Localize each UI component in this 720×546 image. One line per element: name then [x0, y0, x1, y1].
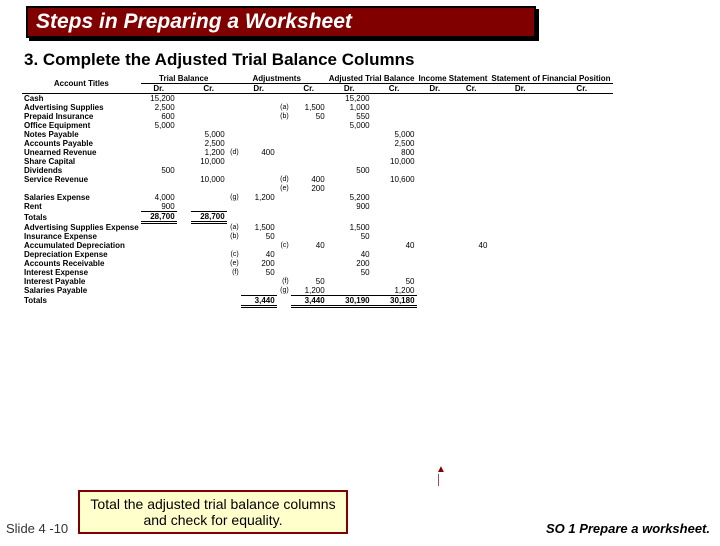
table-row: Interest Payable(f)5050 — [22, 277, 613, 286]
slide-title: Steps in Preparing a Worksheet — [26, 6, 536, 38]
grp-atb: Adjusted Trial Balance — [327, 74, 417, 84]
table-row: (e)200 — [22, 184, 613, 193]
slide-number: Slide 4 -10 — [6, 522, 68, 536]
table-row: Insurance Expense(b)5050 — [22, 232, 613, 241]
col-dr: Dr. — [489, 84, 551, 94]
table-row: Interest Expense(f)5050 — [22, 268, 613, 277]
table-row: Accumulated Depreciation(c)404040 — [22, 241, 613, 250]
col-cr: Cr. — [551, 84, 613, 94]
col-dr: Dr. — [417, 84, 453, 94]
col-cr: Cr. — [453, 84, 489, 94]
table-row: Share Capital10,00010,000 — [22, 157, 613, 166]
table-row: Cash15,20015,200 — [22, 94, 613, 104]
grp-tb: Trial Balance — [141, 74, 227, 84]
table-row: Salaries Expense4,000(g)1,2005,200 — [22, 193, 613, 202]
worksheet-table: Account Titles Trial Balance Adjustments… — [22, 74, 613, 308]
table-row: Depreciation Expense(c)4040 — [22, 250, 613, 259]
table-row: Service Revenue10,000(d)40010,600 — [22, 175, 613, 184]
note-box: Total the adjusted trial balance columns… — [78, 490, 348, 534]
grp-is: Income Statement — [417, 74, 490, 84]
table-row: Dividends500500 — [22, 166, 613, 175]
table-row: Advertising Supplies Expense(a)1,5001,50… — [22, 223, 613, 232]
table-row: Rent900900 — [22, 202, 613, 212]
col-dr: Dr. — [327, 84, 372, 94]
grp-sofp: Statement of Financial Position — [489, 74, 612, 84]
table-row: Notes Payable5,0005,000 — [22, 130, 613, 139]
col-account: Account Titles — [22, 74, 141, 94]
table-row: Unearned Revenue1,200(d)400800 — [22, 148, 613, 157]
study-objective: SO 1 Prepare a worksheet. — [546, 521, 710, 536]
table-row: Accounts Payable2,5002,500 — [22, 139, 613, 148]
grp-adj: Adjustments — [227, 74, 327, 84]
col-cr: Cr. — [291, 84, 327, 94]
slide-subhead: 3. Complete the Adjusted Trial Balance C… — [24, 50, 720, 70]
col-cr: Cr. — [372, 84, 417, 94]
col-cr: Cr. — [191, 84, 227, 94]
col-dr: Dr. — [241, 84, 277, 94]
table-row: Totals3,4403,44030,19030,180 — [22, 295, 613, 306]
table-row: Office Equipment5,0005,000 — [22, 121, 613, 130]
table-row: Advertising Supplies2,500(a)1,5001,000 — [22, 103, 613, 112]
table-row: Salaries Payable(g)1,2001,200 — [22, 286, 613, 296]
table-row: Prepaid Insurance600(b)50550 — [22, 112, 613, 121]
table-row: Totals28,70028,700 — [22, 212, 613, 223]
col-dr: Dr. — [141, 84, 177, 94]
table-row: Accounts Receivable(e)200200 — [22, 259, 613, 268]
arrow-icon: ▲│ — [436, 464, 446, 486]
